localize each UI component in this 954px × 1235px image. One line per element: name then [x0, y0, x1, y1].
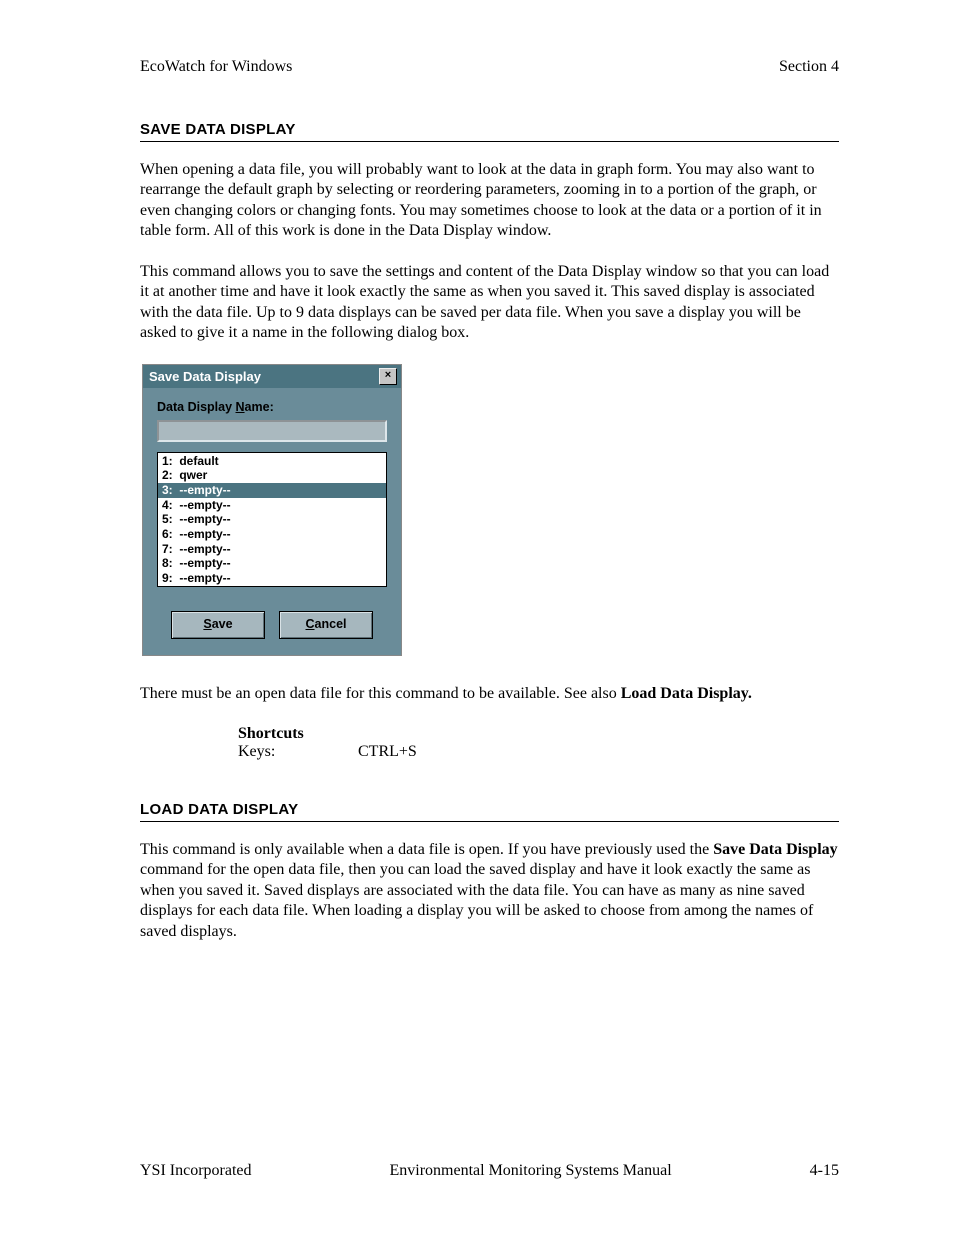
list-item[interactable]: 8: --empty--	[158, 556, 386, 571]
label-text: Data Display	[157, 400, 236, 414]
footer-center: Environmental Monitoring Systems Manual	[389, 1162, 671, 1180]
display-slot-listbox[interactable]: 1: default2: qwer3: --empty--4: --empty-…	[157, 452, 387, 588]
paragraph: This command is only available when a da…	[140, 840, 839, 942]
shortcuts-block: Shortcuts Keys:CTRL+S	[238, 725, 839, 761]
shortcut-key-value: CTRL+S	[358, 743, 417, 760]
btn-mnemonic: S	[203, 617, 211, 631]
shortcut-row: Keys:CTRL+S	[238, 743, 839, 761]
save-button[interactable]: Save	[171, 611, 265, 639]
header-right: Section 4	[779, 58, 839, 76]
page-footer: YSI Incorporated Environmental Monitorin…	[140, 1162, 839, 1180]
list-item[interactable]: 5: --empty--	[158, 512, 386, 527]
list-item[interactable]: 1: default	[158, 454, 386, 469]
cross-ref: Load Data Display.	[621, 685, 752, 702]
footer-right: 4-15	[810, 1162, 839, 1180]
dialog-body: Data Display Name: 1: default2: qwer3: -…	[143, 388, 401, 656]
list-item[interactable]: 7: --empty--	[158, 542, 386, 557]
cross-ref: Save Data Display	[713, 841, 837, 858]
btn-mnemonic: C	[306, 617, 315, 631]
label-mnemonic: N	[236, 400, 245, 414]
btn-text: ave	[212, 617, 233, 631]
section-title-save: SAVE DATA DISPLAY	[140, 121, 839, 142]
label-text: ame:	[245, 400, 274, 414]
field-label: Data Display Name:	[157, 400, 387, 414]
shortcuts-label: Shortcuts	[238, 725, 839, 743]
paragraph: When opening a data file, you will proba…	[140, 160, 839, 242]
btn-text: ancel	[315, 617, 347, 631]
footer-left: YSI Incorporated	[140, 1162, 252, 1180]
list-item[interactable]: 9: --empty--	[158, 571, 386, 586]
section-title-load: LOAD DATA DISPLAY	[140, 801, 839, 822]
dialog-titlebar: Save Data Display ×	[143, 365, 401, 388]
list-item[interactable]: 6: --empty--	[158, 527, 386, 542]
list-item[interactable]: 2: qwer	[158, 468, 386, 483]
cancel-button[interactable]: Cancel	[279, 611, 373, 639]
list-item[interactable]: 3: --empty--	[158, 483, 386, 498]
save-data-display-dialog: Save Data Display × Data Display Name: 1…	[142, 364, 402, 657]
shortcut-key-label: Keys:	[238, 743, 358, 761]
list-item[interactable]: 4: --empty--	[158, 498, 386, 513]
paragraph: This command allows you to save the sett…	[140, 262, 839, 344]
paragraph: There must be an open data file for this…	[140, 684, 839, 704]
text: command for the open data file, then you…	[140, 861, 813, 939]
data-display-name-input[interactable]	[157, 420, 387, 442]
text: There must be an open data file for this…	[140, 685, 621, 702]
close-icon[interactable]: ×	[379, 368, 397, 385]
header-left: EcoWatch for Windows	[140, 58, 292, 76]
dialog-title: Save Data Display	[149, 369, 261, 384]
document-page: EcoWatch for Windows Section 4 SAVE DATA…	[0, 0, 954, 1235]
text: This command is only available when a da…	[140, 841, 713, 858]
page-header: EcoWatch for Windows Section 4	[140, 58, 839, 76]
dialog-button-row: Save Cancel	[157, 611, 387, 639]
